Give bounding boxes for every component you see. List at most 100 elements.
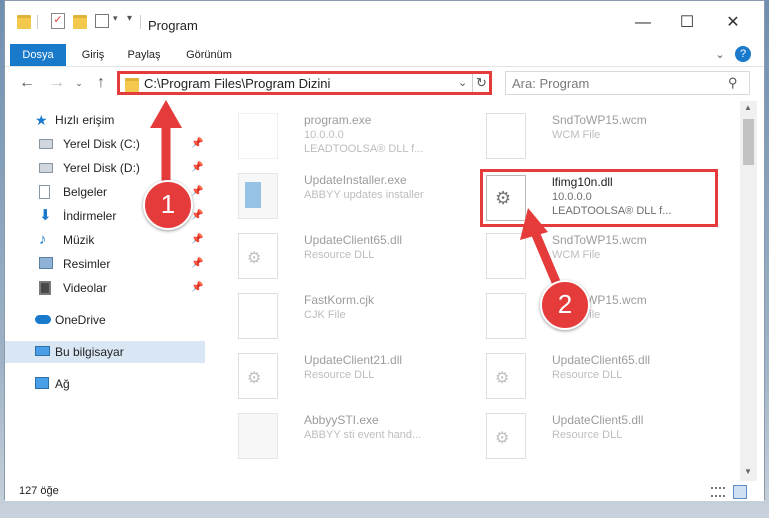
selected-file-highlight (480, 169, 718, 227)
nav-item-this-pc[interactable]: Bu bilgisayar (5, 341, 205, 363)
nav-item-quick-access[interactable]: ★ Hızlı erişim (5, 109, 205, 131)
gear-icon: ⚙ (495, 430, 510, 447)
pin-icon[interactable]: 📌 (191, 229, 203, 251)
installer-glyph (245, 182, 261, 208)
minimize-button[interactable]: — (623, 11, 663, 39)
view-icon[interactable] (95, 14, 109, 28)
divider (472, 74, 473, 92)
tab-share[interactable]: Paylaş (123, 44, 165, 66)
dll-icon: ⚙ (238, 233, 278, 279)
drive-icon (39, 139, 53, 149)
nav-item-disk-d[interactable]: Yerel Disk (D:) 📌 (5, 157, 205, 179)
file-icon (486, 293, 526, 339)
file-item[interactable]: program.exe 10.0.0.0 LEADTOOLSA® DLL f..… (238, 107, 478, 165)
exe-icon (238, 113, 278, 159)
file-item[interactable]: FastKorm.cjk CJK File (238, 287, 478, 345)
back-arrow-icon[interactable]: ← (17, 73, 37, 93)
vertical-scrollbar[interactable]: ▲ ▼ (740, 101, 757, 481)
expand-ribbon-icon[interactable]: ⌄ (713, 44, 727, 66)
file-item[interactable]: SndToWP15.wcm WCM File (486, 227, 726, 285)
file-item[interactable]: SndToWP15.wcm WCM File (486, 287, 726, 345)
up-arrow-icon[interactable]: ↑ (91, 73, 111, 93)
gear-icon: ⚙ (495, 370, 510, 387)
chevron-down-icon[interactable]: ⌄ (458, 76, 467, 89)
file-item[interactable]: ⚙ UpdateClient21.dll Resource DLL (238, 347, 478, 405)
pin-icon[interactable]: 📌 (191, 253, 203, 275)
nav-item-network[interactable]: Ağ (5, 373, 205, 395)
maximize-button[interactable]: ☐ (667, 11, 707, 39)
dll-icon: ⚙ (486, 353, 526, 399)
nav-item-onedrive[interactable]: OneDrive (5, 309, 205, 331)
refresh-icon[interactable]: ↻ (476, 75, 487, 91)
pin-icon[interactable]: 📌 (191, 181, 203, 203)
nav-item-pictures[interactable]: Resimler 📌 (5, 253, 205, 275)
network-icon (35, 377, 49, 389)
file-item[interactable]: UpdateInstaller.exe ABBYY updates instal… (238, 167, 478, 225)
scroll-thumb[interactable] (743, 119, 754, 165)
search-icon[interactable]: ⚲ (728, 75, 738, 91)
scroll-down-icon[interactable]: ▼ (744, 467, 752, 476)
pin-icon[interactable]: 📌 (191, 157, 203, 179)
ribbon-tabs: Dosya Giriş Paylaş Görünüm ⌄ ? (5, 41, 764, 67)
details-view-icon[interactable] (711, 487, 725, 497)
step-badge-1: 1 (143, 180, 193, 230)
file-icon (486, 113, 526, 159)
search-box[interactable]: Ara: Program ⚲ (505, 71, 750, 95)
tab-view[interactable]: Görünüm (181, 44, 237, 66)
window-title: Program (148, 18, 198, 33)
video-icon (39, 281, 51, 295)
forward-arrow-icon[interactable]: → (47, 73, 67, 93)
recent-locations-icon[interactable]: ⌄ (69, 73, 89, 93)
computer-icon (35, 346, 50, 356)
item-count: 127 öğe (19, 485, 59, 497)
search-placeholder[interactable]: Ara: Program (512, 76, 589, 91)
chevron-down-icon[interactable]: ▾ (113, 13, 118, 31)
pin-icon[interactable]: 📌 (191, 205, 203, 227)
scroll-up-icon[interactable]: ▲ (744, 103, 752, 112)
file-item[interactable]: ⚙ UpdateClient5.dll Resource DLL (486, 407, 726, 465)
help-icon[interactable]: ? (735, 46, 751, 62)
drive-icon (39, 163, 53, 173)
divider (37, 15, 38, 29)
installer-icon (238, 173, 278, 219)
nav-item-disk-c[interactable]: Yerel Disk (C:) 📌 (5, 133, 205, 155)
exe-icon (238, 413, 278, 459)
dll-icon: ⚙ (486, 413, 526, 459)
close-button[interactable]: ✕ (713, 11, 753, 39)
customize-toolbar-icon[interactable]: ▾ (127, 13, 132, 31)
pin-icon[interactable]: 📌 (191, 133, 203, 155)
address-row: ← → ⌄ ↑ C:\Program Files\Program Dizini … (5, 67, 764, 101)
download-icon: ⬇ (39, 207, 52, 224)
file-item[interactable]: ⚙ UpdateClient65.dll Resource DLL (238, 227, 478, 285)
explorer-window: ✓ ▾ ▾ Program — ☐ ✕ Dosya Giriş Paylaş G… (4, 0, 765, 501)
file-item[interactable]: SndToWP15.wcm WCM File (486, 107, 726, 165)
nav-item-videos[interactable]: Videolar 📌 (5, 277, 205, 299)
nav-item-music[interactable]: ♪ Müzik 📌 (5, 229, 205, 251)
file-icon (238, 293, 278, 339)
file-list: program.exe 10.0.0.0 LEADTOOLSA® DLL f..… (210, 101, 740, 473)
properties-icon[interactable]: ✓ (51, 13, 65, 29)
address-path[interactable]: C:\Program Files\Program Dizini (144, 76, 330, 91)
music-icon: ♪ (39, 231, 47, 248)
folder-icon (17, 15, 31, 29)
status-bar: 127 öğe (5, 483, 764, 501)
documents-icon (39, 185, 50, 199)
pictures-icon (39, 257, 53, 269)
divider (140, 15, 141, 29)
large-icons-view-icon[interactable] (733, 485, 747, 499)
star-icon: ★ (35, 112, 48, 128)
address-bar[interactable]: C:\Program Files\Program Dizini ⌄ ↻ (117, 71, 492, 95)
tab-home[interactable]: Giriş (75, 44, 111, 66)
file-icon (486, 233, 526, 279)
title-bar: ✓ ▾ ▾ Program — ☐ ✕ (5, 1, 764, 41)
dll-icon: ⚙ (238, 353, 278, 399)
pin-icon[interactable]: 📌 (191, 277, 203, 299)
navigation-pane: ★ Hızlı erişim Yerel Disk (C:) 📌 Yerel D… (5, 101, 205, 473)
file-item[interactable]: ⚙ UpdateClient65.dll Resource DLL (486, 347, 726, 405)
folder-icon (125, 78, 139, 92)
cloud-icon (35, 315, 51, 324)
new-folder-icon[interactable] (73, 15, 87, 29)
tab-file[interactable]: Dosya (10, 44, 66, 66)
gear-icon: ⚙ (247, 250, 262, 267)
file-item[interactable]: AbbyySTI.exe ABBYY sti event hand... (238, 407, 478, 465)
